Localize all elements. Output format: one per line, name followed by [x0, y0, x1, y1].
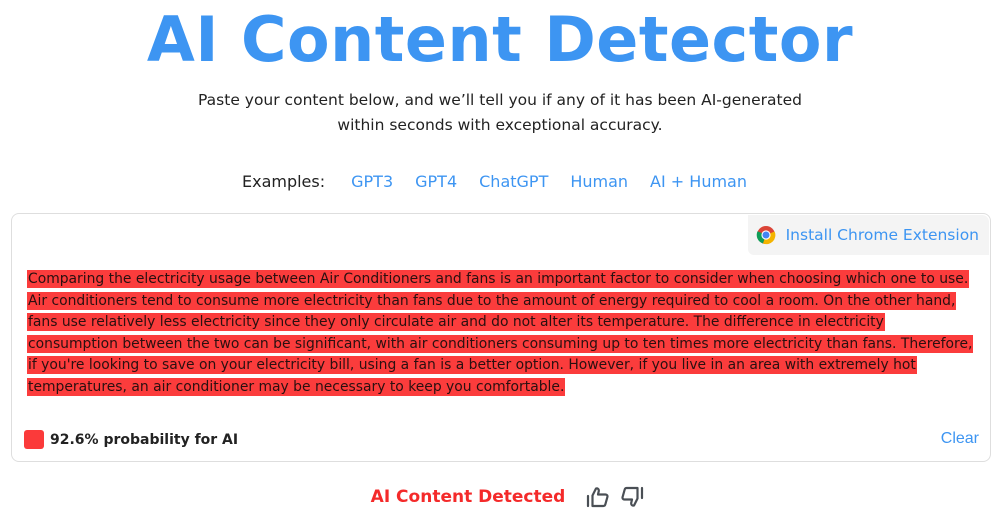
example-link-chatgpt[interactable]: ChatGPT: [479, 170, 548, 194]
example-link-gpt3[interactable]: GPT3: [351, 170, 393, 194]
content-editor: Install Chrome Extension Comparing the e…: [11, 213, 991, 462]
chrome-icon: [756, 225, 776, 245]
probability-label: 92.6% probability for AI: [50, 431, 239, 448]
examples-bar: Examples: GPT3 GPT4 ChatGPT Human AI + H…: [0, 170, 1000, 194]
install-chrome-extension-label: Install Chrome Extension: [785, 226, 979, 244]
thumbs-up-icon[interactable]: [585, 484, 611, 510]
subtitle-line-1: Paste your content below, and we’ll tell…: [198, 91, 802, 109]
content-text-area[interactable]: Comparing the electricity usage between …: [28, 269, 978, 398]
ai-color-swatch: [24, 430, 44, 449]
result-bar: AI Content Detected: [0, 484, 1000, 510]
ai-highlighted-text: Comparing the electricity usage between …: [28, 271, 973, 395]
probability-indicator: 92.6% probability for AI: [24, 430, 238, 449]
example-link-human[interactable]: Human: [570, 170, 628, 194]
examples-label: Examples:: [241, 172, 326, 191]
example-link-gpt4[interactable]: GPT4: [415, 170, 457, 194]
subtitle-line-2: within seconds with exceptional accuracy…: [337, 116, 663, 134]
thumbs-down-icon[interactable]: [619, 484, 645, 510]
page: AI Content Detector Paste your content b…: [0, 0, 1000, 528]
clear-button[interactable]: Clear: [941, 430, 979, 448]
install-chrome-extension-button[interactable]: Install Chrome Extension: [747, 215, 989, 255]
example-link-ai-human[interactable]: AI + Human: [650, 170, 747, 194]
verdict-label: AI Content Detected: [370, 487, 566, 507]
page-subtitle: Paste your content below, and we’ll tell…: [150, 88, 850, 138]
page-title: AI Content Detector: [146, 3, 854, 76]
